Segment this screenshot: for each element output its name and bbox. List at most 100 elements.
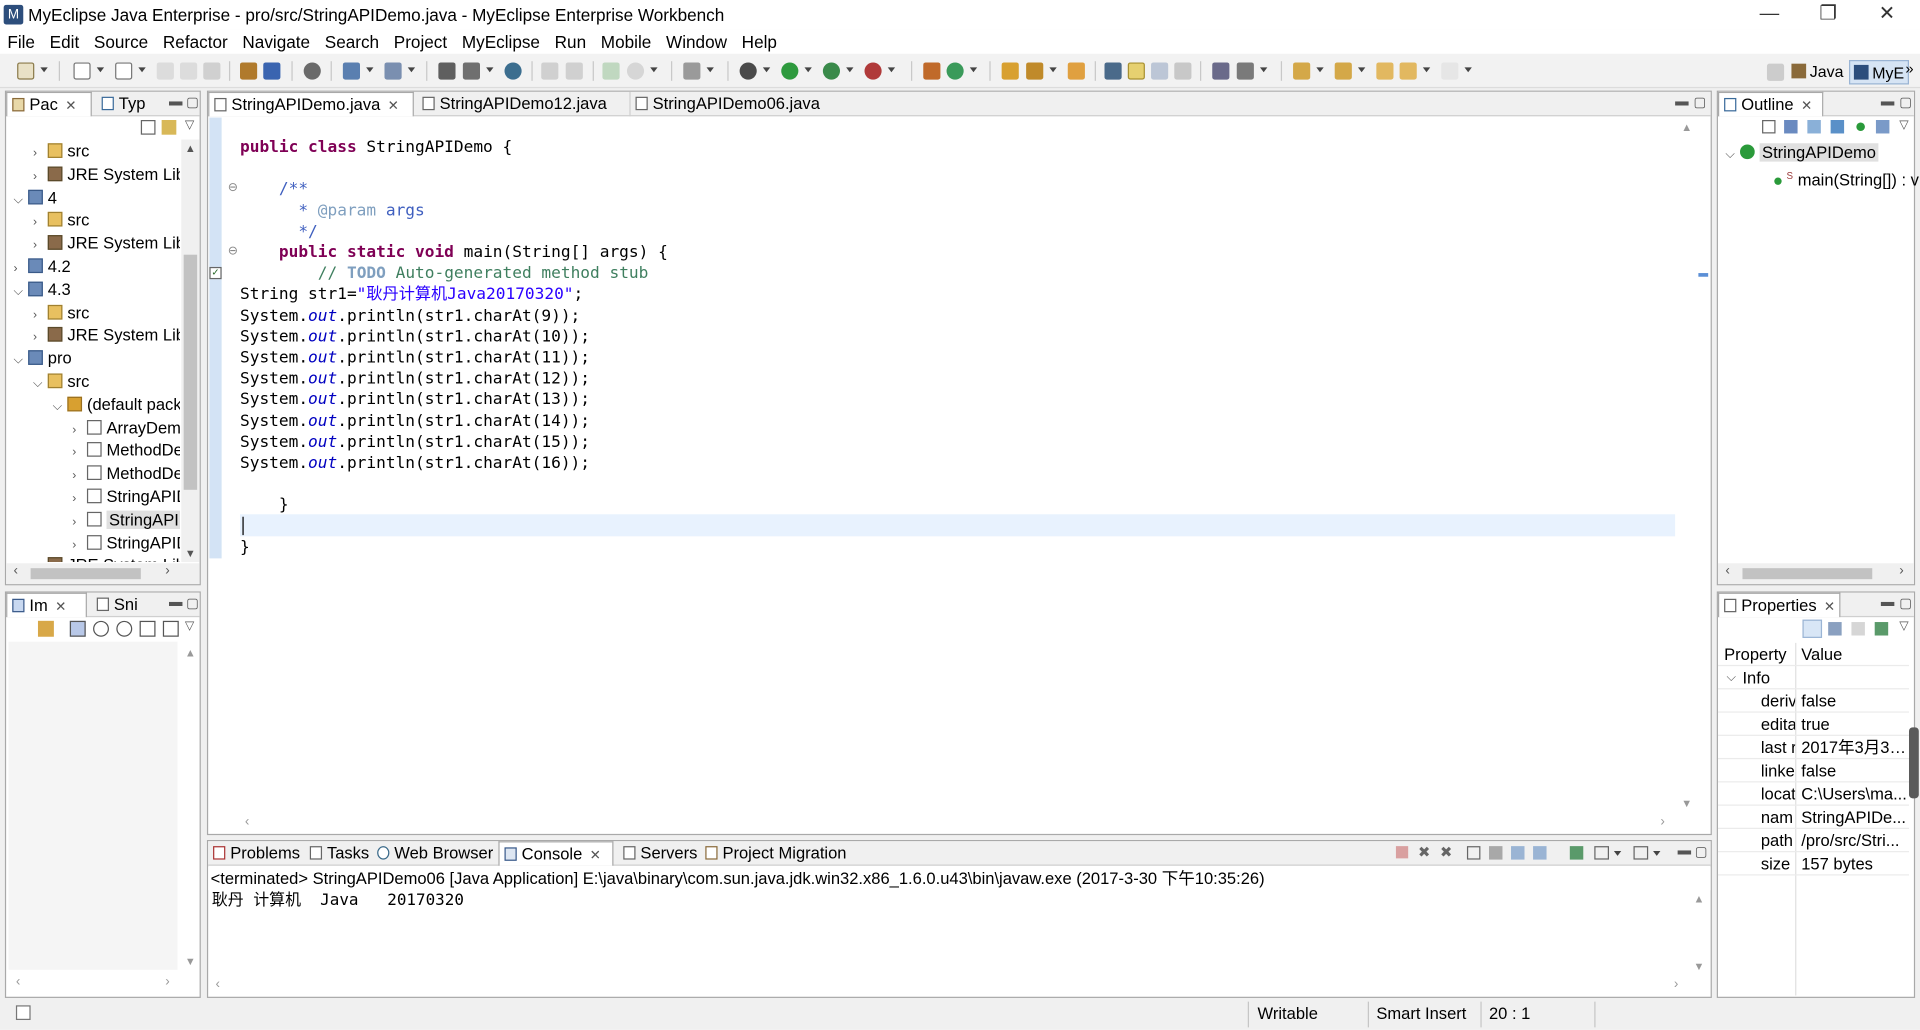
team-icon[interactable] <box>438 62 456 80</box>
server-icon[interactable] <box>384 62 402 80</box>
terminate-icon[interactable] <box>1395 846 1409 859</box>
print-icon[interactable] <box>203 62 221 80</box>
package-tree-item[interactable]: ›StringAPID <box>72 485 180 508</box>
package-tree-item[interactable]: ⌵ 4.3 <box>13 278 70 301</box>
chevron-down-icon[interactable]: ⌵ <box>13 188 28 211</box>
property-row[interactable]: path/pro/src/Stri... <box>1717 829 1909 853</box>
collapse-all-icon[interactable] <box>1762 120 1776 134</box>
pin-icon[interactable] <box>1236 62 1254 80</box>
browser-icon[interactable] <box>626 62 645 80</box>
new-project-icon[interactable] <box>73 62 91 80</box>
scrollbar-thumb[interactable] <box>1742 568 1873 580</box>
tab-image-viewer[interactable]: Im ✕ <box>6 592 87 618</box>
tab-properties[interactable]: Properties ✕ <box>1717 592 1841 618</box>
collapse-all-icon[interactable] <box>140 120 156 135</box>
view-menu-icon[interactable]: ▽ <box>1899 119 1908 132</box>
property-row[interactable]: locat C:\Users\ma... <box>1717 782 1909 806</box>
tab-stringapidemo-java[interactable]: StringAPIDemo.java ✕ <box>208 91 414 117</box>
chevron-down-icon[interactable]: ▼ <box>1681 797 1692 809</box>
back-history-icon[interactable] <box>541 62 559 80</box>
tab-problems[interactable]: Problems <box>208 841 304 865</box>
restore-button[interactable]: ❐ <box>1800 0 1856 29</box>
maximize-icon[interactable]: ▢ <box>1899 595 1912 611</box>
code-editor[interactable]: public class StringAPIDemo { /** * @para… <box>240 137 668 558</box>
zoom-in-icon[interactable] <box>116 620 133 637</box>
tab-web-browser[interactable]: Web Browser <box>372 841 497 865</box>
task-marker-icon[interactable]: ✓ <box>209 266 222 280</box>
hide-fields-icon[interactable] <box>1807 120 1821 134</box>
forward-history-icon[interactable] <box>565 62 583 80</box>
close-icon[interactable]: ✕ <box>55 600 66 615</box>
tab-type-hierarchy[interactable]: Typ <box>97 92 158 116</box>
properties-group-info[interactable]: ⌵ Info <box>1717 666 1909 690</box>
chevron-left-icon[interactable]: ‹ <box>216 977 220 992</box>
next-annotation-icon[interactable] <box>1293 62 1311 80</box>
hide-local-types-icon[interactable] <box>1875 120 1890 134</box>
minimize-icon[interactable]: ▬ <box>1675 94 1688 109</box>
more-perspectives-icon[interactable]: » <box>1905 60 1913 77</box>
close-icon[interactable]: ✕ <box>1801 99 1812 114</box>
package-tree-item[interactable]: › MethodDe <box>72 439 180 462</box>
minimize-icon[interactable]: ▬ <box>1678 844 1691 859</box>
pin-view-icon[interactable] <box>1874 622 1889 636</box>
open-folder-icon[interactable] <box>1001 62 1019 80</box>
show-categories-icon[interactable] <box>1802 619 1823 638</box>
globe-icon[interactable] <box>504 62 522 80</box>
chevron-right-icon[interactable]: › <box>33 556 48 562</box>
chevron-right-icon[interactable]: › <box>1660 814 1664 829</box>
menu-help[interactable]: Help <box>734 32 784 52</box>
tab-outline[interactable]: Outline ✕ <box>1717 91 1824 117</box>
menu-edit[interactable]: Edit <box>42 32 86 52</box>
menu-source[interactable]: Source <box>87 32 156 52</box>
package-tree-vscrollbar[interactable]: ▲ ▼ <box>181 139 200 563</box>
save-icon[interactable] <box>156 62 174 80</box>
package-tree-item[interactable]: › ArrayDem <box>72 416 180 439</box>
tab-snippets[interactable]: Sni <box>92 593 153 617</box>
minimize-icon[interactable]: ▬ <box>1881 94 1894 109</box>
package-tree-item[interactable]: ›StringAPID <box>72 531 180 554</box>
package-tree-item[interactable]: › 4.2 <box>13 255 70 278</box>
maximize-icon[interactable]: ▢ <box>1899 94 1912 111</box>
chevron-down-icon[interactable] <box>1049 67 1057 73</box>
package-tree-item[interactable]: ⌵ (default pack <box>53 393 180 416</box>
chevron-up-icon[interactable]: ▲ <box>1681 121 1692 133</box>
chevron-down-icon[interactable]: ⌵ <box>13 280 28 303</box>
chevron-down-icon[interactable]: ⌵ <box>33 372 48 395</box>
show-advanced-icon[interactable] <box>1828 622 1842 636</box>
new-web-project-icon[interactable] <box>602 62 620 80</box>
property-row[interactable]: last r 2017年3月30... <box>1717 736 1909 760</box>
chevron-down-icon[interactable] <box>1357 67 1366 73</box>
external-tools-icon[interactable] <box>864 62 882 80</box>
package-tree-item[interactable]: › JRE System Libr <box>33 163 180 186</box>
fit-image-icon[interactable] <box>69 620 86 637</box>
menu-myeclipse[interactable]: MyEclipse <box>454 32 547 52</box>
zoom-out-icon[interactable] <box>93 620 109 637</box>
console-output[interactable]: 耿丹 计算机 Java 20170320 <box>212 890 464 911</box>
minimize-icon[interactable]: ▬ <box>1881 595 1894 610</box>
tab-project-migration[interactable]: Project Migration <box>700 841 854 865</box>
open-console-icon[interactable] <box>1633 846 1649 860</box>
block-selection-icon[interactable] <box>1151 62 1169 80</box>
view-menu-icon[interactable]: ▽ <box>185 620 194 633</box>
chevron-down-icon[interactable] <box>887 67 896 73</box>
tab-stringapidemo12-java[interactable]: StringAPIDemo12.java <box>418 92 624 116</box>
chevron-down-icon[interactable] <box>706 67 714 73</box>
chevron-down-icon[interactable] <box>1653 851 1661 856</box>
package-tree-item[interactable]: › JRE System Lib <box>33 554 180 563</box>
debug-icon[interactable] <box>303 62 321 80</box>
chevron-down-icon[interactable]: ▼ <box>1693 960 1704 972</box>
tab-servers[interactable]: Servers <box>618 841 699 865</box>
menu-window[interactable]: Window <box>659 32 735 52</box>
package-tree-item[interactable]: ›StringAPID <box>72 508 181 531</box>
menu-project[interactable]: Project <box>386 32 454 52</box>
fold-minus-icon[interactable]: ⊖ <box>228 245 238 258</box>
display-console-icon[interactable] <box>1594 846 1609 860</box>
outline-hscrollbar[interactable]: ‹ › <box>1717 563 1914 585</box>
package-tree-item[interactable]: › JRE System Libr <box>33 232 180 255</box>
property-row[interactable]: nam StringAPIDe... <box>1717 806 1909 829</box>
show-on-output-icon[interactable] <box>1533 846 1547 860</box>
open-task-icon[interactable] <box>1067 62 1085 80</box>
chevron-down-icon[interactable]: ⌵ <box>13 349 28 372</box>
chevron-down-icon[interactable] <box>366 67 374 73</box>
chevron-down-icon[interactable]: ▼ <box>185 547 196 559</box>
